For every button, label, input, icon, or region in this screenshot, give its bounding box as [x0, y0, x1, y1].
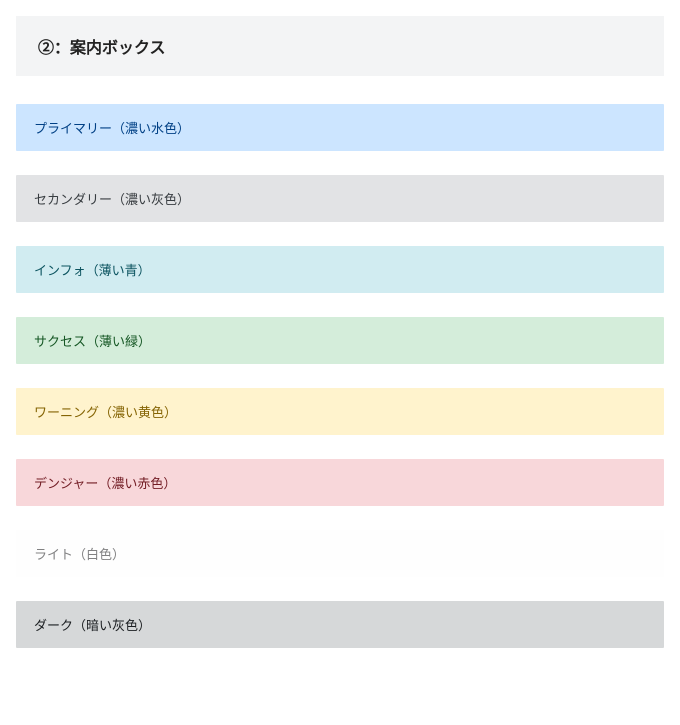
page-container: ②：案内ボックス プライマリー（濃い水色） セカンダリー（濃い灰色） インフォ（…: [0, 0, 680, 688]
alert-light: ライト（白色）: [16, 530, 664, 577]
alert-primary: プライマリー（濃い水色）: [16, 104, 664, 151]
alert-success-label: サクセス（薄い緑）: [34, 334, 151, 349]
alert-secondary: セカンダリー（濃い灰色）: [16, 175, 664, 222]
alert-secondary-label: セカンダリー（濃い灰色）: [34, 192, 190, 207]
section-header: ②：案内ボックス: [16, 16, 664, 76]
alert-warning-label: ワーニング（濃い黄色）: [34, 405, 177, 420]
alert-info: インフォ（薄い青）: [16, 246, 664, 293]
alert-warning: ワーニング（濃い黄色）: [16, 388, 664, 435]
alert-light-label: ライト（白色）: [34, 547, 125, 562]
alert-info-label: インフォ（薄い青）: [34, 263, 151, 278]
alert-success: サクセス（薄い緑）: [16, 317, 664, 364]
alert-dark-label: ダーク（暗い灰色）: [34, 618, 151, 633]
section-title: ②：案内ボックス: [38, 34, 642, 58]
alert-dark: ダーク（暗い灰色）: [16, 601, 664, 648]
alert-danger: デンジャー（濃い赤色）: [16, 459, 664, 506]
alert-primary-label: プライマリー（濃い水色）: [34, 121, 190, 136]
alert-danger-label: デンジャー（濃い赤色）: [34, 476, 176, 491]
